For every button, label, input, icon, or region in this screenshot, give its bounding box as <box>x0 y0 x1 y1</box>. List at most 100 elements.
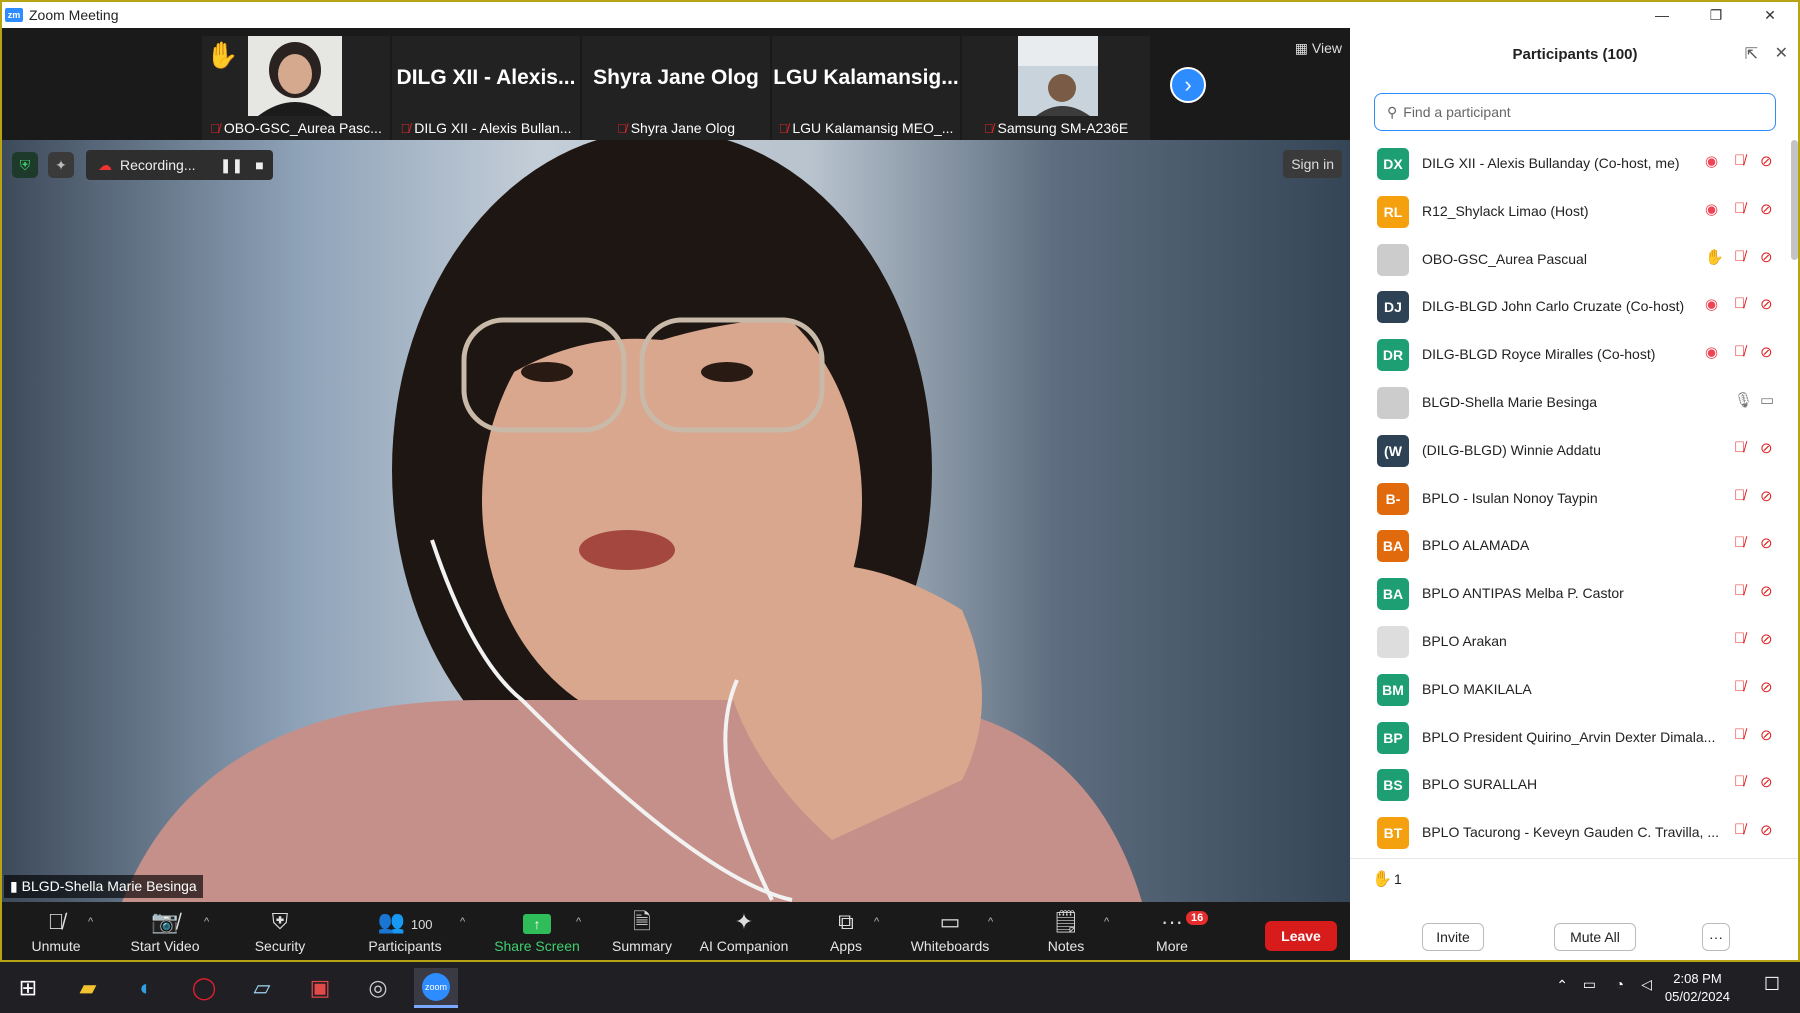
video-off-icon: ⊘ <box>1760 200 1773 218</box>
shield-icon: ⛨ <box>271 909 289 934</box>
gallery-tile[interactable]: Shyra Jane Olog 🎙̸ Shyra Jane Olog <box>582 36 770 140</box>
system-clock[interactable]: 2:08 PM 05/02/2024 <box>1665 970 1730 1006</box>
participant-row[interactable]: DJ DILG-BLGD John Carlo Cruzate (Co-host)… <box>1350 283 1790 331</box>
spark-icon[interactable]: ✦ <box>48 152 74 178</box>
windows-start-icon[interactable]: ⊞ <box>6 968 50 1008</box>
battery-icon[interactable]: ▭ <box>1583 976 1596 993</box>
next-page-button[interactable]: › <box>1170 67 1206 103</box>
whiteboards-label: Whiteboards <box>910 938 990 954</box>
zoom-app-icon: zoom <box>422 972 450 1001</box>
opera-icon[interactable]: ◯ <box>182 968 226 1008</box>
participants-count: 100 <box>410 917 433 932</box>
pause-recording-button[interactable]: ❚❚ <box>217 157 245 174</box>
gallery-tile[interactable]: LGU Kalamansig... 🎙̸ LGU Kalamansig MEO_.… <box>772 36 960 140</box>
calendar-app-icon[interactable]: ▣ <box>298 968 342 1008</box>
wifi-icon[interactable]: ◔ <box>1616 976 1624 992</box>
participant-name: BPLO MAKILALA <box>1422 680 1532 697</box>
share-options-caret[interactable]: ^ <box>576 916 581 928</box>
stop-recording-button[interactable]: ■ <box>245 157 273 173</box>
more-button[interactable]: ··· More <box>1150 902 1194 960</box>
video-off-icon: ⊘ <box>1760 822 1773 840</box>
gallery-tile[interactable]: 🎙̸ Samsung SM-A236E <box>962 36 1150 140</box>
popout-icon[interactable]: ⇱ <box>1745 44 1758 64</box>
muted-mic-icon: 🎙̸ <box>1734 486 1746 504</box>
video-off-icon: ⊘ <box>1760 296 1773 314</box>
participant-row[interactable]: RL R12_Shylack Limao (Host) ◉ 🎙̸ ⊘ <box>1350 188 1790 236</box>
notes-options-caret[interactable]: ^ <box>1104 916 1109 928</box>
video-off-icon: ⊘ <box>1760 439 1773 457</box>
participant-row[interactable]: BT BPLO Tacurong - Keveyn Gauden C. Travi… <box>1350 809 1790 854</box>
apps-options-caret[interactable]: ^ <box>874 916 879 928</box>
leave-button[interactable]: Leave <box>1265 921 1337 951</box>
volume-icon[interactable]: ◁ <box>1641 976 1652 993</box>
view-button[interactable]: ▦ View <box>1295 40 1342 57</box>
close-window-button[interactable]: ✕ <box>1743 2 1797 28</box>
participant-row[interactable]: BS BPLO SURALLAH 🎙̸ ⊘ <box>1350 761 1790 809</box>
notes-button[interactable]: 🗒 Notes <box>1038 902 1094 960</box>
ai-companion-label: AI Companion <box>699 938 789 954</box>
participant-name: BPLO Tacurong - Keveyn Gauden C. Travill… <box>1422 824 1720 841</box>
gallery-tile[interactable]: DILG XII - Alexis... 🎙̸ DILG XII - Alexis… <box>392 36 580 140</box>
security-shield-icon[interactable]: ⛨ <box>12 152 38 178</box>
avatar: BS <box>1377 769 1409 802</box>
security-button[interactable]: ⛨ Security <box>248 902 312 960</box>
search-participant-input[interactable]: ⚲ Find a participant <box>1374 93 1776 131</box>
start-video-button[interactable]: 📷̸ Start Video <box>120 902 210 960</box>
signal-icon: ▮ <box>10 878 18 894</box>
avatar <box>1377 243 1409 276</box>
list-scrollbar[interactable] <box>1791 140 1798 260</box>
video-off-icon: ⊘ <box>1760 487 1773 505</box>
sign-in-button[interactable]: Sign in <box>1283 150 1342 178</box>
apps-button[interactable]: ⧉ Apps <box>820 902 872 960</box>
muted-mic-icon: 🎙̸ <box>778 121 789 136</box>
edge-icon[interactable]: ◐ <box>124 968 168 1008</box>
video-on-icon: ▭ <box>1760 392 1775 409</box>
mute-all-button[interactable]: Mute All <box>1554 923 1636 951</box>
participant-row[interactable]: DR DILG-BLGD Royce Miralles (Co-host) ◉ 🎙̸ ⊘ <box>1350 331 1790 379</box>
notification-icon[interactable]: ☐ <box>1764 974 1780 995</box>
muted-mic-icon: 🎙̸ <box>1734 821 1746 839</box>
raised-hand-icon: ✋ <box>1372 871 1392 888</box>
tile-big-name: DILG XII - Alexis... <box>396 66 576 89</box>
panel-more-button[interactable]: ··· <box>1702 923 1730 951</box>
participant-row[interactable]: BM BPLO MAKILALA 🎙̸ ⊘ <box>1350 666 1790 714</box>
obs-icon[interactable]: ◎ <box>356 968 400 1008</box>
recording-status-icon: ◉ <box>1705 153 1719 170</box>
invite-button[interactable]: Invite <box>1422 923 1484 951</box>
summary-icon: 🗎 <box>633 909 651 934</box>
chevron-up-icon[interactable]: ⌃ <box>1556 977 1568 994</box>
video-options-caret[interactable]: ^ <box>204 916 209 928</box>
avatar: BA <box>1377 578 1409 611</box>
minimize-button[interactable]: — <box>1635 2 1689 28</box>
file-explorer-icon[interactable]: ▰ <box>66 968 110 1008</box>
ai-companion-button[interactable]: ✦ AI Companion <box>692 902 796 960</box>
participant-name: BPLO SURALLAH <box>1422 776 1538 793</box>
participant-row[interactable]: OBO-GSC_Aurea Pascual ✋ 🎙̸ ⊘ <box>1350 236 1790 284</box>
share-screen-button[interactable]: ↑ Share Screen <box>492 902 582 960</box>
video-off-icon: ⊘ <box>1760 344 1773 362</box>
notepad-icon[interactable]: ▱ <box>240 968 284 1008</box>
participant-row[interactable]: B- BPLO - Isulan Nonoy Taypin 🎙̸ ⊘ <box>1350 475 1790 523</box>
participant-row[interactable]: DX DILG XII - Alexis Bullanday (Co-host, … <box>1350 140 1790 188</box>
whiteboards-button[interactable]: ▭ Whiteboards <box>902 902 998 960</box>
whiteboards-options-caret[interactable]: ^ <box>988 916 993 928</box>
restore-button[interactable]: ❐ <box>1689 2 1743 28</box>
close-panel-icon[interactable]: ✕ <box>1775 43 1788 63</box>
participant-row[interactable]: BP BPLO President Quirino_Arvin Dexter Di… <box>1350 714 1790 762</box>
summary-button[interactable]: 🗎 Summary <box>606 902 678 960</box>
gallery-tile[interactable]: ✋ 🎙̸ OBO-GSC_Aurea Pasc... <box>202 36 390 140</box>
participant-row[interactable]: BA BPLO ANTIPAS Melba P. Castor 🎙̸ ⊘ <box>1350 570 1790 618</box>
audio-options-caret[interactable]: ^ <box>88 916 93 928</box>
search-icon: ⚲ <box>1387 103 1398 120</box>
participant-thumbnail <box>248 36 342 116</box>
participant-row[interactable]: BPLO Arakan 🎙̸ ⊘ <box>1350 618 1790 666</box>
participants-options-caret[interactable]: ^ <box>460 916 465 928</box>
zoom-taskbar-button[interactable]: zoom <box>414 968 458 1008</box>
participant-name: BPLO ALAMADA <box>1422 537 1530 554</box>
avatar: BA <box>1377 530 1409 563</box>
participants-button[interactable]: 👥 100 Participants <box>360 902 450 960</box>
participant-row[interactable]: BLGD-Shella Marie Besinga 🎙 ▭ <box>1350 379 1790 427</box>
unmute-button[interactable]: 🎙̸ Unmute <box>20 902 92 960</box>
participant-row[interactable]: BA BPLO ALAMADA 🎙̸ ⊘ <box>1350 522 1790 570</box>
participant-row[interactable]: (W (DILG-BLGD) Winnie Addatu 🎙̸ ⊘ <box>1350 427 1790 475</box>
